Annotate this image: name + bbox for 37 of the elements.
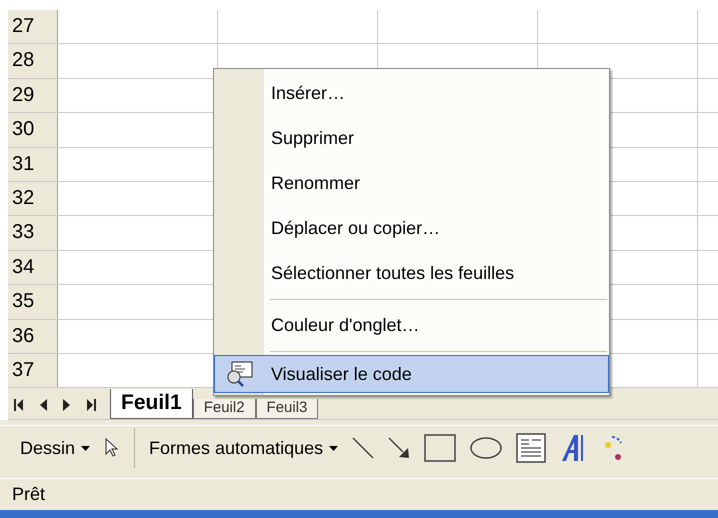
sheet-tab[interactable]: Feuil3 bbox=[256, 399, 318, 420]
menu-item[interactable]: Couleur d'onglet… bbox=[214, 303, 609, 348]
row-header[interactable]: 33 bbox=[8, 216, 58, 250]
row-header[interactable]: 32 bbox=[8, 182, 58, 216]
sheet-tab[interactable]: Feuil1 bbox=[110, 389, 193, 420]
status-text: Prêt bbox=[12, 482, 46, 506]
first-sheet-icon[interactable] bbox=[14, 399, 24, 412]
toolbar-menu-button[interactable]: Dessin bbox=[20, 434, 90, 462]
row-header[interactable]: 37 bbox=[8, 354, 58, 388]
sheet-tab[interactable]: Feuil2 bbox=[192, 399, 256, 420]
row-header[interactable]: 29 bbox=[8, 78, 58, 112]
menu-item[interactable]: Renommer bbox=[214, 161, 609, 206]
caret-icon bbox=[329, 446, 338, 451]
line-icon[interactable] bbox=[352, 437, 374, 460]
row-header[interactable]: 31 bbox=[8, 148, 58, 181]
last-sheet-icon[interactable] bbox=[86, 399, 96, 412]
row-header[interactable]: 30 bbox=[8, 113, 58, 147]
arrow-icon[interactable] bbox=[388, 437, 410, 460]
row-header[interactable]: 27 bbox=[8, 10, 58, 44]
row-header[interactable]: 36 bbox=[8, 320, 58, 353]
code-window-icon bbox=[226, 361, 254, 387]
menu-item[interactable]: Insérer… bbox=[214, 71, 609, 116]
rectangle-icon[interactable] bbox=[424, 434, 456, 462]
row-header[interactable]: 34 bbox=[8, 250, 58, 284]
text-box-icon[interactable] bbox=[516, 433, 546, 464]
next-sheet-icon[interactable] bbox=[63, 399, 70, 412]
row-header[interactable]: 35 bbox=[8, 285, 58, 319]
oval-icon[interactable] bbox=[470, 437, 502, 460]
menu-item[interactable]: Sélectionner toutes les feuilles bbox=[214, 251, 609, 296]
pointer-icon[interactable] bbox=[104, 438, 120, 458]
menu-item[interactable]: Déplacer ou copier… bbox=[214, 206, 609, 251]
toolbar-menu-button[interactable]: Formes automatiques bbox=[149, 434, 338, 462]
menu-item[interactable]: Visualiser le code bbox=[214, 355, 609, 393]
menu-item[interactable]: Supprimer bbox=[214, 116, 609, 161]
caret-icon bbox=[81, 446, 90, 451]
previous-sheet-icon[interactable] bbox=[40, 399, 47, 412]
row-header[interactable]: 28 bbox=[8, 44, 58, 78]
